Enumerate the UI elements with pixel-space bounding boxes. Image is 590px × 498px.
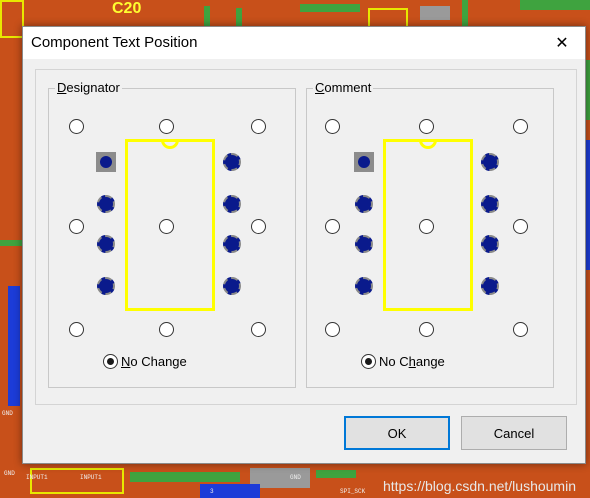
pin-pad [97, 277, 115, 295]
pin-pad [223, 153, 241, 171]
comment-group: Comment No Change [306, 80, 554, 388]
pin-pad [481, 277, 499, 295]
comment-middle-left-radio[interactable] [325, 219, 340, 234]
designator-top-right-radio[interactable] [251, 119, 266, 134]
pcb-trace [0, 0, 24, 38]
pin-pad [355, 277, 373, 295]
comment-bottom-left-radio[interactable] [325, 322, 340, 337]
designator-no-change-label[interactable]: No Change [121, 354, 187, 369]
pin-1-pad [354, 152, 374, 172]
pin-pad [481, 235, 499, 253]
pcb-label: INPUT1 [26, 474, 48, 481]
pcb-trace [0, 240, 22, 246]
pcb-trace [204, 6, 210, 26]
component-text-position-dialog: Component Text Position ✕ Designator No … [22, 26, 586, 464]
c20-label: C20 [112, 0, 142, 17]
pcb-trace [368, 8, 408, 28]
comment-top-left-radio[interactable] [325, 119, 340, 134]
comment-no-change-radio[interactable] [361, 354, 376, 369]
pin-pad [223, 195, 241, 213]
comment-bottom-center-radio[interactable] [419, 322, 434, 337]
comment-legend: Comment [313, 80, 374, 95]
title-bar: Component Text Position ✕ [23, 27, 585, 59]
comment-top-right-radio[interactable] [513, 119, 528, 134]
pin-pad [97, 235, 115, 253]
close-button[interactable]: ✕ [539, 27, 585, 59]
designator-top-left-radio[interactable] [69, 119, 84, 134]
pin-pad [355, 195, 373, 213]
pcb-label: GND [4, 470, 15, 477]
comment-bottom-right-radio[interactable] [513, 322, 528, 337]
pcb-trace [300, 4, 360, 12]
pin-pad [223, 235, 241, 253]
pcb-trace [236, 8, 242, 26]
pin-pad [223, 277, 241, 295]
pcb-label: GND [2, 410, 13, 417]
designator-legend: Designator [55, 80, 122, 95]
watermark: https://blog.csdn.net/lushoumin [382, 478, 576, 494]
pcb-trace [30, 468, 124, 494]
pcb-trace [520, 0, 590, 10]
pcb-trace [200, 484, 260, 498]
pcb-trace [462, 0, 468, 26]
pcb-pad [420, 6, 450, 20]
pin-1-pad [96, 152, 116, 172]
pcb-trace [8, 286, 20, 406]
pcb-label: GND [290, 474, 301, 481]
designator-bottom-right-radio[interactable] [251, 322, 266, 337]
pin-pad [481, 153, 499, 171]
pcb-label: SPI_SCK [340, 488, 366, 495]
comment-center-radio[interactable] [419, 219, 434, 234]
designator-no-change-radio[interactable] [103, 354, 118, 369]
pin-pad [97, 195, 115, 213]
comment-no-change-label[interactable]: No Change [379, 354, 445, 369]
designator-middle-left-radio[interactable] [69, 219, 84, 234]
designator-center-radio[interactable] [159, 219, 174, 234]
comment-middle-right-radio[interactable] [513, 219, 528, 234]
pcb-label: 3 [210, 488, 214, 495]
designator-group: Designator No Change [48, 80, 296, 388]
cancel-button[interactable]: Cancel [461, 416, 567, 450]
pcb-trace [130, 472, 240, 482]
designator-middle-right-radio[interactable] [251, 219, 266, 234]
close-icon: ✕ [555, 35, 569, 52]
ok-button[interactable]: OK [344, 416, 450, 450]
designator-bottom-center-radio[interactable] [159, 322, 174, 337]
designator-top-center-radio[interactable] [159, 119, 174, 134]
comment-top-center-radio[interactable] [419, 119, 434, 134]
pcb-label: INPUT1 [80, 474, 102, 481]
pin-pad [481, 195, 499, 213]
pcb-trace [316, 470, 356, 478]
designator-bottom-left-radio[interactable] [69, 322, 84, 337]
dialog-title: Component Text Position [31, 34, 198, 51]
options-panel: Designator No Change Comment No Change [35, 69, 577, 405]
pin-pad [355, 235, 373, 253]
